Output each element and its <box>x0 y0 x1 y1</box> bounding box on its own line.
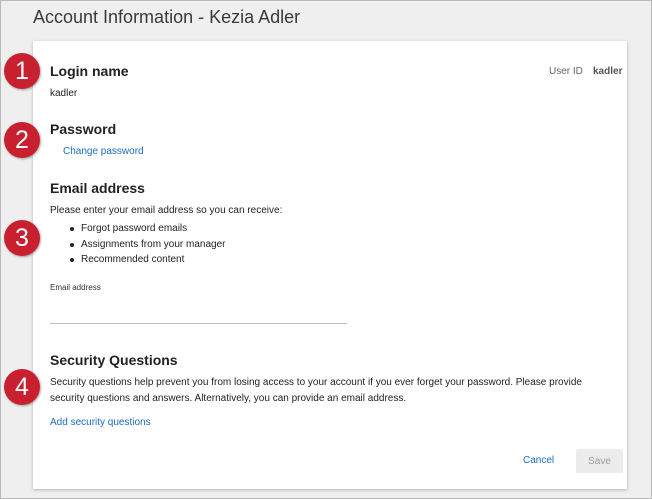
list-item: Recommended content <box>69 252 226 268</box>
email-benefits-list: Forgot password emails Assignments from … <box>69 221 226 268</box>
save-button[interactable]: Save <box>576 449 623 473</box>
user-id-value: kadler <box>593 66 623 77</box>
email-field-label: Email address <box>50 283 101 292</box>
email-intro-text: Please enter your email address so you c… <box>50 205 283 216</box>
email-heading: Email address <box>50 180 145 196</box>
callout-badge-4: 4 <box>4 369 40 405</box>
email-field[interactable] <box>50 303 347 324</box>
login-name-value: kadler <box>50 88 78 99</box>
user-id-label: User ID <box>549 66 583 77</box>
cancel-button[interactable]: Cancel <box>523 455 554 466</box>
add-security-questions-link[interactable]: Add security questions <box>50 417 151 428</box>
password-heading: Password <box>50 121 117 137</box>
callout-badge-2: 2 <box>4 122 40 158</box>
login-name-heading: Login name <box>50 63 129 79</box>
security-questions-heading: Security Questions <box>50 352 178 368</box>
account-card: Login name User ID kadler kadler Passwor… <box>33 41 627 489</box>
window-frame: Account Information - Kezia Adler Login … <box>0 0 652 499</box>
callout-badge-3: 3 <box>4 220 40 256</box>
list-item: Forgot password emails <box>69 221 226 237</box>
security-description: Security questions help prevent you from… <box>50 377 582 404</box>
list-item: Assignments from your manager <box>69 237 226 253</box>
page-title: Account Information - Kezia Adler <box>33 7 301 27</box>
change-password-link[interactable]: Change password <box>63 146 144 157</box>
callout-badge-1: 1 <box>4 53 40 89</box>
